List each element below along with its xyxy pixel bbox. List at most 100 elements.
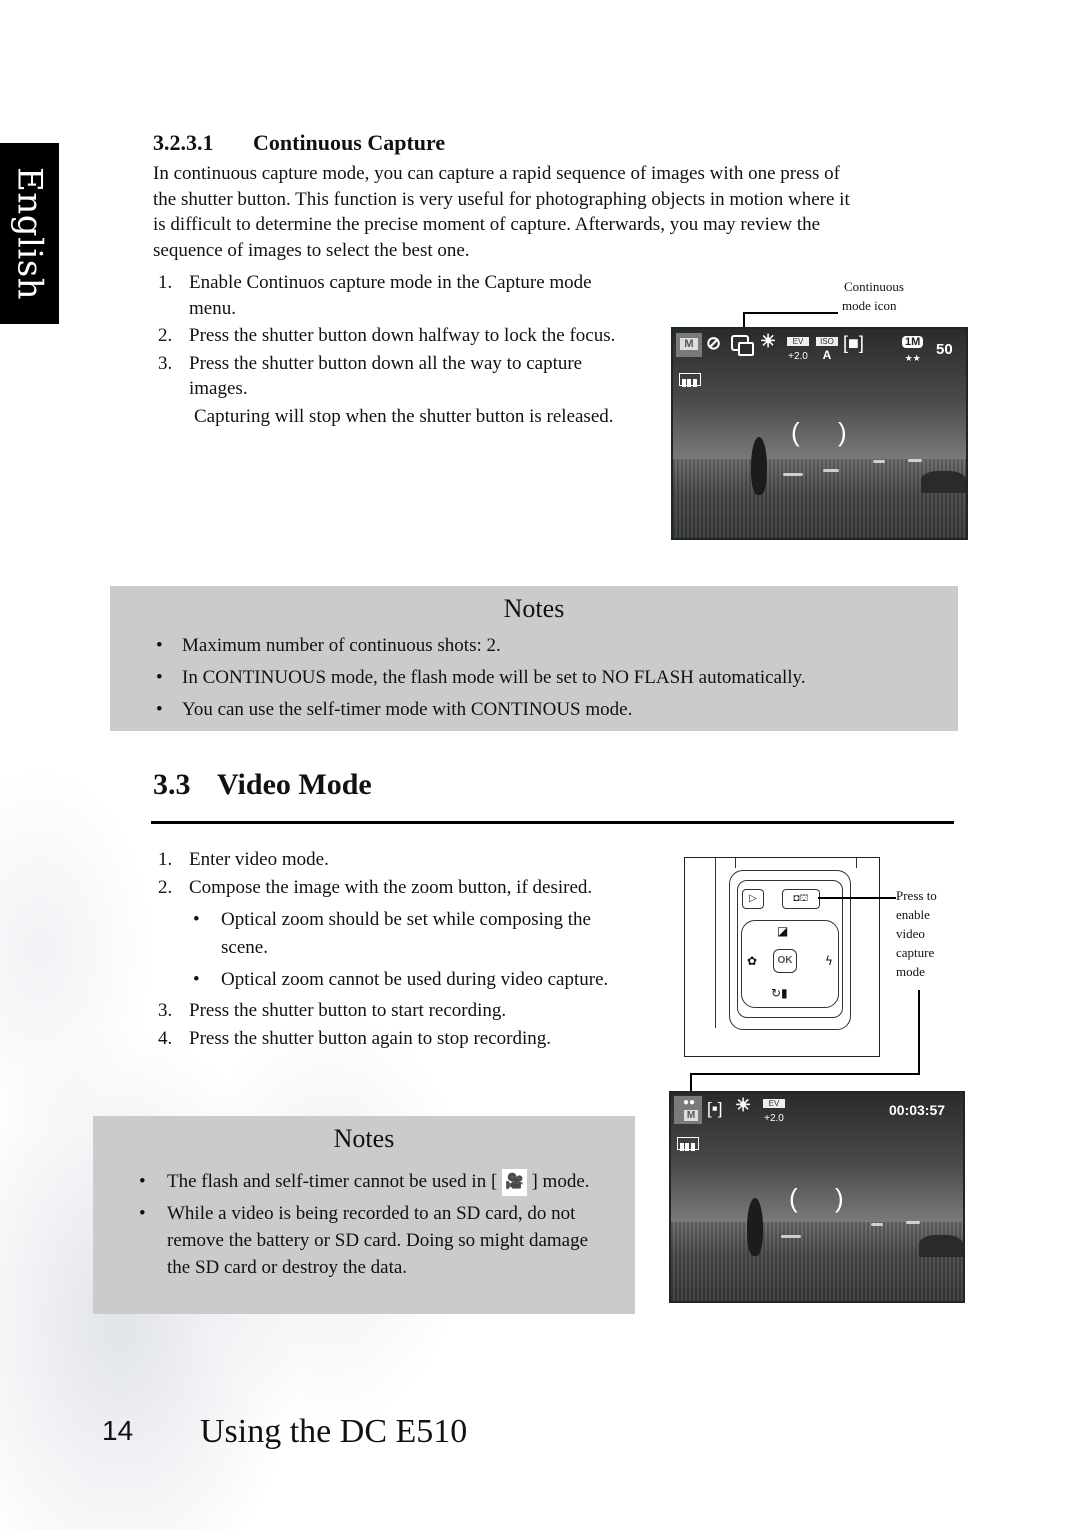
leader-horizontal (690, 1073, 920, 1075)
white-balance-auto-icon: ☀ (735, 1095, 752, 1115)
step-item: 1. Enter video mode. (153, 847, 633, 873)
video-callout: Press to enable video capture mode (896, 886, 937, 981)
resolution-label: 1M (902, 336, 924, 348)
focus-bracket-right: ) (838, 417, 847, 447)
page-number: 14 (102, 1415, 134, 1446)
step-text: Enter video mode. (189, 849, 329, 870)
focus-bracket-right: ) (835, 1183, 844, 1213)
step-number: 3. (158, 352, 173, 374)
focus-area-icon: [■] (843, 333, 864, 353)
step-note-text: Capturing will stop when the shutter but… (194, 405, 614, 427)
lcd-tree (747, 1198, 763, 1256)
section-title: Video Mode (217, 768, 372, 801)
notes-box-video: Notes • The flash and self-timer cannot b… (93, 1116, 635, 1314)
step-text: Press the shutter button to start record… (189, 1000, 507, 1021)
ok-button[interactable]: OK (773, 949, 797, 973)
callout-line: Continuous (844, 279, 904, 294)
lcd-cloud (873, 460, 885, 463)
camera-m-mode-icon: M (676, 333, 702, 357)
playback-button[interactable]: ▷ (742, 889, 764, 909)
continuous-steps-list: 1. Enable Continuos capture mode in the C… (153, 270, 623, 431)
step-item: 2. Compose the image with the zoom button… (153, 875, 633, 995)
intro-line: In continuous capture mode, you can capt… (153, 163, 840, 184)
step-text: Press the shutter button again to stop r… (189, 1027, 551, 1049)
footer-title: Using the DC E510 (200, 1413, 468, 1450)
step-number: 3. (158, 1000, 173, 1021)
section-number: 3.3 (153, 768, 191, 801)
callout-line: video (896, 926, 925, 941)
flash-button-icon[interactable]: ϟ (825, 954, 833, 968)
recording-time-remaining: 00:03:57 (889, 1102, 946, 1118)
note-item: • You can use the self-timer mode with CO… (156, 699, 633, 720)
continuous-mode-icon (731, 335, 754, 356)
lcd-field (673, 458, 966, 538)
video-callout-leader (818, 897, 896, 899)
focus-bracket-left: ( (791, 417, 800, 447)
step-text: Press the shutter button down all the wa… (189, 352, 583, 400)
note-text: You can use the self-timer mode with CON… (182, 699, 633, 720)
lcd-hedge (919, 1235, 963, 1257)
continuous-callout: Continuous mode icon (842, 277, 904, 315)
leader-vertical-right (918, 990, 920, 1074)
ev-value: +2.0 (764, 1113, 784, 1124)
self-timer-delete-icon[interactable]: ↻▮ (771, 986, 788, 1000)
video-m-mode-icon: ●● M (674, 1096, 702, 1124)
note-text: Maximum number of continuous shots: 2. (182, 635, 501, 656)
step-note: Capturing will stop when the shutter but… (153, 404, 623, 430)
camera-back-illustration: ▷ ◘⛫ ◪ ✿ ϟ ↻▮ OK (684, 857, 880, 1057)
ev-icon: EV +2.0 (763, 1099, 785, 1126)
note-item: • Maximum number of continuous shots: 2. (156, 635, 501, 656)
callout-line: capture (896, 945, 935, 960)
ev-value: +2.0 (788, 351, 808, 362)
lcd-cloud (908, 459, 922, 462)
leader-vertical-left (690, 1073, 692, 1093)
shots-remaining: 50 (936, 341, 953, 358)
step-item: 3. Press the shutter button to start reco… (153, 998, 633, 1024)
battery-full-icon (677, 1137, 699, 1151)
video-steps-list: 1. Enter video mode. 2. Compose the image … (153, 847, 633, 1053)
intro-paragraph: In continuous capture mode, you can capt… (153, 161, 983, 263)
lcd-continuous-preview: M ⊘ ☀ EV +2.0 ISO A [■] 1M ★★ 50 ( ) (671, 327, 968, 540)
notes-box-continuous: Notes • Maximum number of continuous shot… (110, 586, 958, 731)
step-item: 3. Press the shutter button down all the … (153, 351, 623, 402)
callout-line: enable (896, 907, 930, 922)
ev-icon: EV +2.0 (787, 337, 809, 364)
quality-stars: ★★ (904, 353, 921, 363)
intro-line: is difficult to determine the precise mo… (153, 214, 821, 235)
ev-label: EV (763, 1099, 785, 1108)
callout-leader-vertical (743, 312, 745, 328)
ev-label: EV (787, 337, 809, 346)
macro-button-icon[interactable]: ✿ (747, 954, 757, 969)
step-number: 4. (158, 1027, 173, 1049)
notes-title: Notes (503, 594, 565, 623)
callout-line: mode (896, 964, 925, 979)
sub-bullets: • Optical zoom should be set while compos… (189, 906, 633, 994)
callout-leader-horizontal (743, 312, 838, 314)
intro-line: the shutter button. This function is ver… (153, 188, 850, 210)
iso-label: ISO (816, 337, 838, 346)
sub-bullet-item: • Optical zoom should be set while compos… (193, 909, 591, 958)
focus-bracket-left: ( (789, 1183, 798, 1213)
mode-icon-label: M (680, 338, 698, 350)
lcd-cloud (906, 1221, 920, 1224)
language-tab-label: English (9, 166, 50, 301)
sub-bullet-text: Optical zoom should be set while composi… (221, 909, 591, 958)
note-text: ] mode. (531, 1171, 590, 1192)
mode-switch-button[interactable]: ◘⛫ (782, 889, 820, 909)
lcd-field (671, 1221, 963, 1301)
section-rule (151, 821, 954, 824)
intro-line: sequence of images to select the best on… (153, 239, 470, 261)
ev-button-icon[interactable]: ◪ (777, 924, 788, 939)
step-item: 2. Press the shutter button down halfway … (153, 323, 623, 349)
lcd-cloud (823, 469, 839, 472)
iso-auto-icon: ISO A (816, 337, 838, 364)
note-item: • The flash and self-timer cannot be used… (139, 1168, 609, 1197)
lcd-hedge (921, 471, 966, 493)
callout-line: mode icon (842, 298, 897, 313)
step-number: 2. (158, 325, 173, 346)
lcd-video-preview: ●● M [▪] ☀ EV +2.0 00:03:57 ( ) (669, 1091, 965, 1303)
sub-bullet-item: • Optical zoom cannot be used during vide… (193, 969, 609, 990)
lcd-cloud (781, 1235, 801, 1238)
subsection-heading: 3.2.3.1 Continuous Capture (153, 130, 445, 156)
step-number: 2. (158, 876, 173, 898)
